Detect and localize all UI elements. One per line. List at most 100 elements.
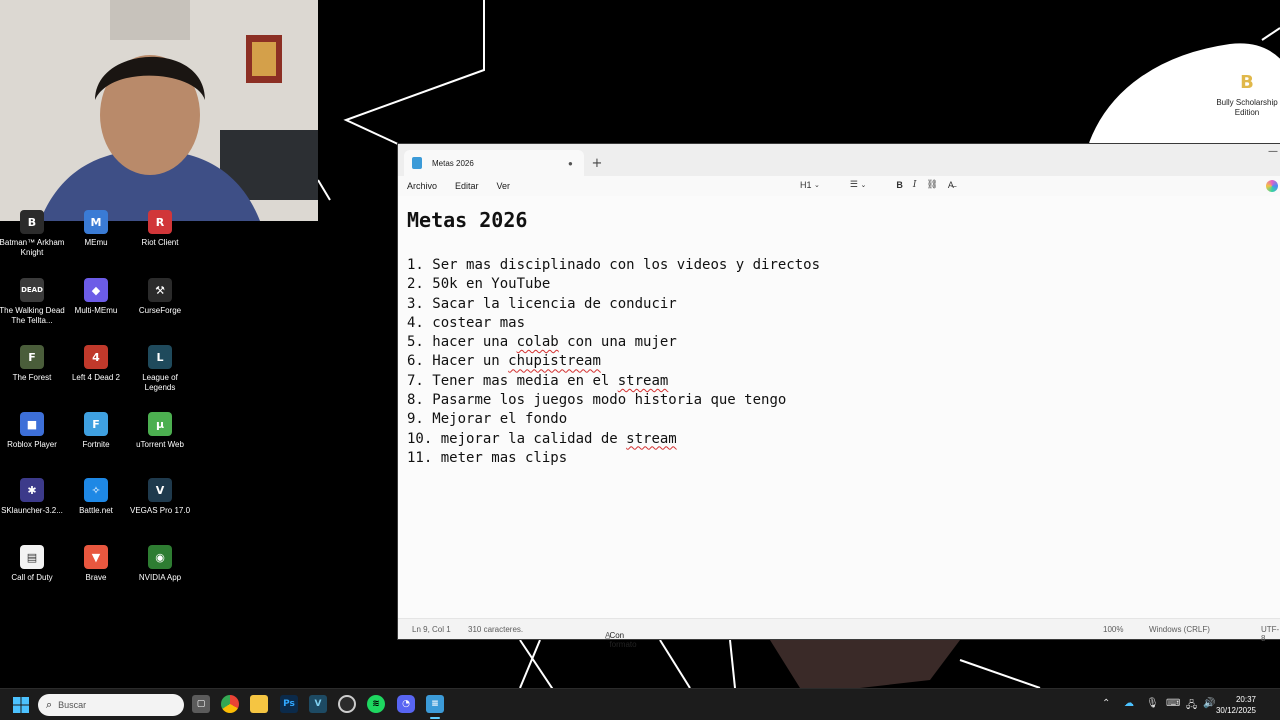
clock-time: 20:37 <box>1235 695 1256 704</box>
clock[interactable]: 20:37 30/12/2025 <box>1216 694 1256 716</box>
document-heading: Metas 2026 <box>407 208 528 232</box>
minimize-icon[interactable]: — <box>1268 146 1278 157</box>
goal-line: 11. meter mas clips <box>407 449 1280 468</box>
task-view-icon[interactable]: ▢ <box>192 695 210 713</box>
menu-ver[interactable]: Ver <box>497 181 511 191</box>
windows-start-icon[interactable] <box>13 697 29 713</box>
desktop-icon[interactable]: F The Forest <box>0 345 65 383</box>
link-button[interactable]: ⛓ <box>926 179 937 190</box>
menu-editar[interactable]: Editar <box>455 181 479 191</box>
desktop-icon-label: Roblox Player <box>7 440 57 449</box>
goal-number: 7. <box>407 372 433 389</box>
vegas-icon[interactable]: V <box>309 695 327 713</box>
photoshop-icon[interactable]: Ps <box>280 695 298 713</box>
active-app-indicator <box>430 717 440 719</box>
volume-icon[interactable]: 🔊 <box>1203 698 1215 709</box>
app-icon: DEAD <box>20 278 44 302</box>
file-explorer-icon[interactable] <box>250 695 268 713</box>
format-indicator[interactable]: A̲ Con formato <box>605 625 637 649</box>
goal-number: 11. <box>407 449 441 466</box>
spotify-icon[interactable]: ≋ <box>367 695 385 713</box>
goal-line: 1. Ser mas disciplinado con los videos y… <box>407 256 1280 275</box>
goal-text: meter mas clips <box>440 449 568 466</box>
goal-line: 5. hacer una colab con una mujer <box>407 333 1280 352</box>
desktop-icon-label: Batman™ Arkham Knight <box>0 238 65 257</box>
goal-line: 6. Hacer un chupistream <box>407 352 1280 371</box>
new-tab-button[interactable]: + <box>584 150 610 176</box>
desktop-icon[interactable]: ✱ SKlauncher-3.2... <box>0 478 65 516</box>
desktop-icon[interactable]: R Riot Client <box>127 210 193 248</box>
goal-text: 50k en YouTube <box>432 276 551 293</box>
menu-archivo[interactable]: Archivo <box>407 181 437 191</box>
list-dropdown[interactable]: ☰ ⌄ <box>850 179 866 190</box>
desktop-icon[interactable]: B Batman™ Arkham Knight <box>0 210 65 258</box>
search-placeholder: Buscar <box>58 700 87 710</box>
desktop-icon-label: Call of Duty <box>11 573 53 582</box>
goal-line: 8. Pasarme los juegos modo historia que … <box>407 391 1280 410</box>
desktop-icon-label: NVIDIA App <box>138 573 182 582</box>
notepad-taskbar-icon[interactable]: ≡ <box>426 695 444 713</box>
desktop-icon[interactable]: ▤ Call of Duty <box>0 545 65 583</box>
app-icon: ⚒ <box>148 278 172 302</box>
goal-text: Tener mas media en el <box>432 372 618 389</box>
goal-text: Ser mas disciplinado con los videos y di… <box>432 257 821 273</box>
bold-button[interactable]: B <box>896 180 903 190</box>
document-editor[interactable]: Metas 2026 1. Ser mas disciplinado con l… <box>398 196 1280 620</box>
desktop-icon[interactable]: ■ Roblox Player <box>0 412 65 450</box>
desktop-icon[interactable]: V VEGAS Pro 17.0 <box>127 478 193 516</box>
obs-icon[interactable] <box>338 695 356 713</box>
desktop-icon[interactable]: 4 Left 4 Dead 2 <box>63 345 129 383</box>
goal-number: 1. <box>407 257 433 273</box>
onedrive-icon[interactable]: ☁ <box>1124 698 1134 709</box>
app-icon: ■ <box>20 412 44 436</box>
goal-line: 2. 50k en YouTube <box>407 275 1280 294</box>
app-icon: R <box>148 210 172 234</box>
misspelled-word: stream <box>617 372 669 389</box>
unsaved-dot-icon[interactable]: ● <box>568 159 576 168</box>
italic-button[interactable]: I <box>913 180 917 190</box>
encoding[interactable]: UTF-8 <box>1261 625 1280 643</box>
chevron-down-icon: ⌄ <box>860 181 867 189</box>
desktop-icon[interactable]: ◆ Multi-MEmu <box>63 278 129 316</box>
chrome-icon[interactable] <box>221 695 239 713</box>
desktop-icon-label: Battle.net <box>79 506 113 515</box>
desktop-icon[interactable]: ⚒ CurseForge <box>127 278 193 316</box>
zoom-level[interactable]: 100% <box>1103 625 1123 634</box>
clear-format-button[interactable]: A̶ <box>948 180 954 190</box>
goal-line: 4. costear mas <box>407 314 1280 333</box>
goal-text: mejorar la calidad de <box>440 430 627 447</box>
desktop-icon-label: League of Legends <box>142 373 178 392</box>
microphone-icon[interactable]: 🎙 <box>1146 698 1159 709</box>
desktop-icon[interactable]: ✧ Battle.net <box>63 478 129 516</box>
copilot-icon[interactable] <box>1266 180 1278 192</box>
chevron-down-icon: ⌄ <box>814 181 820 189</box>
misspelled-word: stream <box>626 430 677 447</box>
goal-number: 2. <box>407 276 433 293</box>
desktop-icon[interactable]: ▼ Brave <box>63 545 129 583</box>
discord-icon[interactable]: ◔ <box>397 695 415 713</box>
desktop-icon-label: CurseForge <box>138 306 182 315</box>
app-icon: V <box>148 478 172 502</box>
chevron-up-icon[interactable]: ⌃ <box>1102 698 1110 709</box>
goal-number: 10. <box>407 430 441 447</box>
app-icon: 4 <box>84 345 108 369</box>
goal-text: Sacar la licencia de conducir <box>432 295 677 312</box>
goal-number: 4. <box>407 314 433 331</box>
desktop-icon[interactable]: M MEmu <box>63 210 129 248</box>
network-icon[interactable]: 🖧 <box>1186 698 1197 715</box>
heading-dropdown[interactable]: H1 ⌄ <box>800 180 820 190</box>
tab-title: Metas 2026 <box>432 158 474 168</box>
keyboard-icon[interactable]: ⌨ <box>1166 698 1180 709</box>
desktop-icon[interactable]: µ uTorrent Web <box>127 412 193 450</box>
line-ending[interactable]: Windows (CRLF) <box>1149 625 1210 634</box>
desktop-icon[interactable]: ◉ NVIDIA App <box>127 545 193 583</box>
goal-line: 7. Tener mas media en el stream <box>407 372 1280 391</box>
desktop-icon-label: Brave <box>85 573 107 582</box>
app-icon: F <box>84 412 108 436</box>
search-box[interactable]: ⌕ Buscar <box>38 694 184 716</box>
desktop-icon-bully[interactable]: B Bully Scholarship Edition <box>1214 70 1280 118</box>
tab-metas-2026[interactable]: Metas 2026 ● <box>404 150 584 176</box>
desktop-icon[interactable]: F Fortnite <box>63 412 129 450</box>
desktop-icon[interactable]: DEAD The Walking Dead The Tellta... <box>0 278 65 326</box>
desktop-icon[interactable]: L League of Legends <box>127 345 193 393</box>
